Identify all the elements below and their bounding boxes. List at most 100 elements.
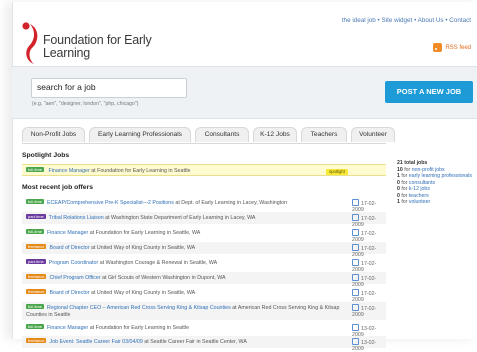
job-title-link[interactable]: Tribal Relations Liaison	[49, 215, 104, 221]
total-jobs: 21 total jobs	[397, 160, 428, 166]
tab-volunteer[interactable]: Volunteer	[351, 127, 395, 142]
job-type-badge: freelance	[26, 274, 47, 279]
company-name: United Way of King County	[96, 290, 161, 296]
job-title-link[interactable]: Board of Director	[49, 245, 89, 251]
job-info: full-time Finance Manager at Foundation f…	[22, 322, 352, 332]
job-date: 17-02-2009	[352, 272, 386, 288]
job-row[interactable]: full-time ECEAP/Comprehensive Pre-K Speci…	[22, 197, 386, 213]
word-at: at	[144, 339, 149, 345]
word-at: at	[175, 200, 180, 206]
job-row[interactable]: part-time Program Coordinator at Washingt…	[22, 257, 386, 273]
job-title-link[interactable]: ECEAP/Comprehensive Pre-K Specialist—2 P…	[47, 200, 174, 206]
tab-bar: Non-Profit Jobs Early Learning Professio…	[22, 127, 395, 142]
job-type-badge: full-time	[26, 324, 45, 329]
job-date: 17-02-2009	[352, 257, 386, 273]
word-for: for	[401, 179, 408, 186]
tab-divider	[22, 143, 386, 144]
search-hint: (e.g. "aen", "designer, london", "php, c…	[32, 101, 139, 107]
category-link[interactable]: consultants	[409, 180, 435, 186]
logo-text: Foundation for Early Learning	[43, 33, 152, 60]
job-info: full-time ECEAP/Comprehensive Pre-K Speci…	[22, 197, 352, 207]
calendar-icon	[352, 259, 359, 266]
company-name: Washington State Department of Early Lea…	[111, 215, 224, 221]
job-row[interactable]: full-time Regional Chapter CEO – American…	[22, 302, 386, 320]
job-type-badge: full-time	[26, 304, 45, 309]
category-link[interactable]: k-12 jobs	[409, 186, 430, 192]
job-type-badge: part-time	[26, 214, 46, 219]
category-count: 1	[397, 199, 400, 206]
job-info: full-time Regional Chapter CEO – American…	[22, 302, 352, 319]
company-name: Foundation for Early Learning	[95, 230, 166, 236]
tab-teachers[interactable]: Teachers	[301, 127, 347, 142]
job-type-badge: full-time	[26, 199, 45, 204]
spotlight-badge: spotlight	[325, 169, 348, 175]
word-at: at	[91, 245, 96, 251]
link-site-widget[interactable]: Site widget	[382, 17, 413, 24]
job-title-link[interactable]: Board of Director	[49, 290, 89, 296]
post-new-job-button[interactable]: POST A NEW JOB	[385, 81, 473, 103]
word-in: in	[224, 215, 229, 221]
job-title-link[interactable]: Finance Manager	[47, 230, 88, 236]
link-ideal-job[interactable]: the ideal job	[342, 17, 376, 24]
category-count: 0	[397, 179, 400, 186]
job-title-link[interactable]: Finance Manager	[49, 168, 90, 174]
spotlight-heading: Spotlight Jobs	[22, 152, 70, 159]
word-at: at	[232, 305, 237, 311]
job-location: Seattle	[54, 312, 71, 318]
job-type-badge: freelance	[26, 289, 47, 294]
job-date: 17-02-2009	[352, 302, 386, 318]
job-info: freelance Chief Program Officer at Girl S…	[22, 272, 352, 282]
word-at: at	[91, 290, 96, 296]
job-info: part-time Tribal Relations Liaison at Was…	[22, 212, 352, 222]
job-info: freelance Board of Director at United Way…	[22, 287, 352, 297]
job-location: Lacey, WA	[230, 215, 256, 221]
job-row[interactable]: freelance Board of Director at United Way…	[22, 287, 386, 303]
tab-k12-jobs[interactable]: K-12 Jobs	[253, 127, 297, 142]
category-link[interactable]: early learning professionals	[409, 173, 472, 179]
link-about-us[interactable]: About Us	[418, 17, 444, 24]
job-row[interactable]: full-time Finance Manager at Foundation f…	[22, 227, 386, 243]
job-row[interactable]: freelance Chief Program Officer at Girl S…	[22, 272, 386, 288]
job-location: Seattle, WA	[172, 230, 201, 236]
job-title-link[interactable]: Job Event: Seattle Career Fair 03/04/09	[49, 339, 142, 345]
rss-icon	[433, 43, 443, 52]
tab-consultants[interactable]: Consultants	[195, 127, 249, 142]
category-link[interactable]: volunteer	[409, 199, 430, 205]
job-location: Seattle, WA	[167, 290, 196, 296]
word-in: in	[236, 200, 242, 206]
category-link[interactable]: teachers	[409, 193, 429, 199]
recent-heading: Most recent job offers	[22, 184, 93, 191]
job-info: freelance Job Event: Seattle Career Fair …	[22, 336, 352, 346]
tab-non-profit-jobs[interactable]: Non-Profit Jobs	[22, 127, 85, 142]
word-for: for	[401, 192, 408, 199]
job-row[interactable]: freelance Job Event: Seattle Career Fair …	[22, 336, 386, 352]
job-title-link[interactable]: Regional Chapter CEO – American Red Cros…	[47, 305, 231, 311]
category-count: 0	[397, 186, 400, 193]
rss-link[interactable]: RSS feed	[433, 43, 471, 52]
calendar-icon	[352, 214, 359, 221]
job-row[interactable]: part-time Tribal Relations Liaison at Was…	[22, 212, 386, 228]
job-location: Seattle, WA	[189, 260, 218, 266]
word-in: in	[161, 290, 166, 296]
company-name: Foundation for Early Learning	[95, 325, 166, 331]
job-title-link[interactable]: Program Coordinator	[49, 260, 98, 266]
job-row[interactable]: full-time Finance Manager at Foundation f…	[22, 322, 386, 338]
word-at: at	[99, 260, 105, 266]
word-in: in	[168, 168, 173, 174]
word-at: at	[89, 325, 95, 331]
tab-early-learning-professionals[interactable]: Early Learning Professionals	[89, 127, 191, 142]
word-at: at	[89, 230, 95, 236]
spotlight-row[interactable]: full-time Finance Manager at Foundation …	[22, 164, 386, 176]
job-title-link[interactable]: Finance Manager	[47, 325, 88, 331]
job-info: part-time Program Coordinator at Washingt…	[22, 257, 352, 267]
top-links: the ideal job • Site widget • About Us •…	[342, 17, 471, 24]
job-row[interactable]: freelance Board of Director at United Way…	[22, 242, 386, 258]
calendar-icon	[352, 289, 359, 296]
job-title-link[interactable]: Chief Program Officer	[49, 275, 100, 281]
word-in: in	[166, 230, 172, 236]
category-link[interactable]: non-profit jobs	[412, 167, 445, 173]
search-input[interactable]: search for a job	[31, 78, 187, 98]
sidebar-category-item[interactable]: 1 for volunteer	[397, 199, 472, 205]
job-info: freelance Board of Director at United Way…	[22, 242, 352, 252]
link-contact[interactable]: Contact	[449, 17, 471, 24]
